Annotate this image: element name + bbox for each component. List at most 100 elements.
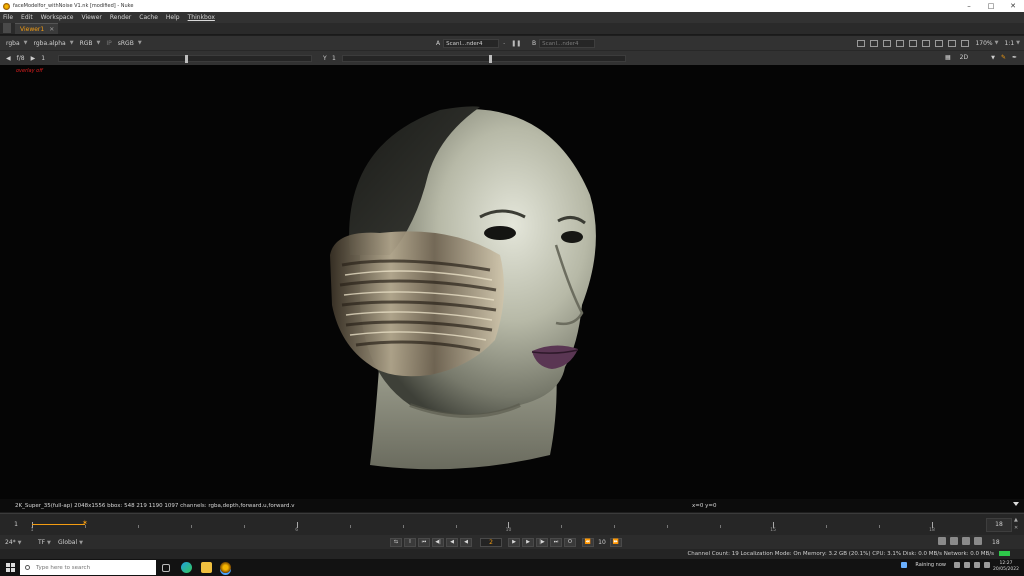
step-forward-icon[interactable]: ⏩ [610, 537, 622, 547]
info-expand-icon[interactable] [1013, 502, 1019, 506]
roi-icon[interactable] [857, 39, 866, 47]
settings-icon[interactable] [961, 39, 970, 47]
lock-icon[interactable] [962, 537, 970, 545]
first-frame-icon[interactable]: ⏮ [418, 537, 430, 547]
weather-icon[interactable] [901, 562, 908, 568]
tray-chevron-icon[interactable] [954, 562, 960, 568]
panel-menu-icon[interactable] [3, 23, 11, 33]
timeline-side-controls[interactable]: ▲ ✕ [1014, 516, 1018, 532]
network-icon[interactable] [964, 562, 970, 568]
gain-toggle-icon[interactable]: ◀ [6, 55, 11, 62]
gamma-slider[interactable] [342, 55, 626, 63]
next-keyframe-icon[interactable]: |▶ [536, 537, 548, 547]
input-a-dropdown[interactable]: ScanI...nder4 [443, 38, 500, 48]
pause-viewer-icon[interactable] [948, 39, 957, 47]
menu-file[interactable]: File [3, 14, 13, 21]
minimize-button[interactable]: – [958, 0, 980, 12]
timecode-format-dropdown[interactable]: TF ▼ [38, 539, 51, 546]
menu-viewer[interactable]: Viewer [81, 14, 101, 21]
volume-icon[interactable] [974, 562, 980, 568]
channels-dropdown[interactable]: rgba ▼ [6, 40, 28, 47]
menu-workspace[interactable]: Workspace [41, 14, 74, 21]
menu-help[interactable]: Help [166, 14, 180, 21]
timeline-tick [243, 525, 245, 528]
refresh-icon[interactable] [935, 39, 944, 47]
zoom-dropdown[interactable]: 170% [975, 40, 992, 47]
compare-mode-dropdown[interactable]: - [503, 40, 505, 47]
taskbar-search[interactable] [20, 560, 156, 575]
edge-browser-icon[interactable] [181, 562, 192, 573]
timeline: 1 1 6 10 15 18 ✶ 18 ▲ ✕ [0, 513, 1024, 535]
clipping-warning-icon[interactable] [883, 39, 892, 47]
menu-cache[interactable]: Cache [139, 14, 158, 21]
gamma-value[interactable]: 1 [332, 55, 336, 62]
menu-thinkbox[interactable]: Thinkbox [188, 14, 215, 21]
taskbar-clock[interactable]: 12:27 20/05/2022 [993, 561, 1019, 573]
alpha-channel-dropdown[interactable]: rgba.alpha ▼ [34, 40, 74, 47]
frame-increment-field[interactable]: 10 [596, 538, 608, 547]
timeline-playhead[interactable]: ✶ [82, 519, 88, 527]
overlay-label: overlay off [16, 68, 43, 74]
lut-icon[interactable] [922, 39, 931, 47]
chevron-down-icon: ▼ [23, 40, 28, 46]
taskbar-search-input[interactable] [36, 564, 146, 571]
ratio-dropdown[interactable]: 1:1 [1004, 40, 1014, 47]
region-icon[interactable] [896, 39, 905, 47]
playback-end-frame[interactable]: 18 [992, 539, 1000, 546]
tab-close-icon[interactable]: ✕ [49, 26, 54, 33]
windows-start-icon[interactable] [6, 563, 15, 572]
file-explorer-icon[interactable] [201, 562, 212, 573]
timeline-track[interactable]: 1 6 10 15 18 ✶ [31, 516, 982, 534]
in-point-icon[interactable]: I [404, 537, 416, 547]
prev-frame-icon[interactable]: ◀ [446, 537, 458, 547]
gain-slider-handle[interactable] [185, 55, 188, 63]
gain-reset-icon[interactable]: ▶ [31, 55, 36, 62]
wipe-pause-icon[interactable]: ❚❚ [511, 40, 521, 47]
fps-dropdown[interactable]: 24* ▼ [5, 539, 21, 546]
nuke-taskbar-icon[interactable] [220, 562, 231, 573]
timeline-start-frame[interactable]: 1 [6, 521, 26, 528]
tf-value: TF [38, 538, 46, 546]
input-b-dropdown[interactable]: ScanI...nder4 [539, 38, 596, 48]
out-point-icon[interactable]: O [564, 537, 576, 547]
export-icon[interactable] [974, 537, 982, 545]
fullframe-icon[interactable]: ▦ [945, 54, 951, 61]
timeline-tick-label: 6 [295, 528, 299, 533]
gamma-slider-handle[interactable] [489, 55, 492, 63]
paint-brush-icon[interactable]: ✎ [1001, 54, 1006, 61]
eyedropper-icon[interactable]: ✒ [1012, 54, 1017, 61]
timeline-end-frame[interactable]: 18 [986, 518, 1012, 532]
current-frame-field[interactable]: 2 [480, 537, 502, 547]
timeline-tick [614, 525, 616, 528]
maximize-button[interactable]: □ [980, 0, 1002, 12]
play-backward-icon[interactable]: ◀ [460, 537, 472, 547]
viewer-canvas[interactable]: overlay off [0, 65, 1024, 499]
play-forward-icon[interactable]: ▶ [508, 537, 520, 547]
tab-bar: Viewer1 ✕ [0, 23, 1024, 35]
ip-toggle[interactable]: IP [106, 40, 111, 47]
gain-value[interactable]: 1 [41, 55, 45, 62]
step-back-icon[interactable]: ⏪ [582, 537, 594, 547]
tab-viewer1[interactable]: Viewer1 ✕ [15, 23, 59, 34]
gain-slider[interactable] [58, 55, 312, 63]
playback-settings-icon[interactable]: ⇆ [390, 537, 402, 547]
menu-edit[interactable]: Edit [21, 14, 33, 21]
colorspace-value: sRGB [117, 39, 134, 47]
prev-keyframe-icon[interactable]: ◀| [432, 537, 444, 547]
display-channel-dropdown[interactable]: RGB ▼ [80, 40, 101, 47]
view-mode-dropdown[interactable]: 2D [960, 54, 968, 61]
last-frame-icon[interactable]: ⏭ [550, 537, 562, 547]
menu-render[interactable]: Render [110, 14, 131, 21]
proxy-icon[interactable] [870, 39, 879, 47]
colorspace-dropdown[interactable]: sRGB ▼ [118, 40, 142, 47]
next-frame-icon[interactable]: ▶ [522, 537, 534, 547]
input-a-label: A [436, 39, 441, 47]
flipbook-icon[interactable] [938, 537, 946, 545]
close-button[interactable]: ✕ [1002, 0, 1024, 12]
stop-icon[interactable] [950, 537, 958, 545]
guides-icon[interactable] [909, 39, 918, 47]
keyboard-icon[interactable] [984, 562, 990, 568]
task-view-icon[interactable] [162, 564, 170, 572]
range-scope-dropdown[interactable]: Global ▼ [58, 539, 83, 546]
weather-text[interactable]: Raining now [915, 562, 946, 568]
